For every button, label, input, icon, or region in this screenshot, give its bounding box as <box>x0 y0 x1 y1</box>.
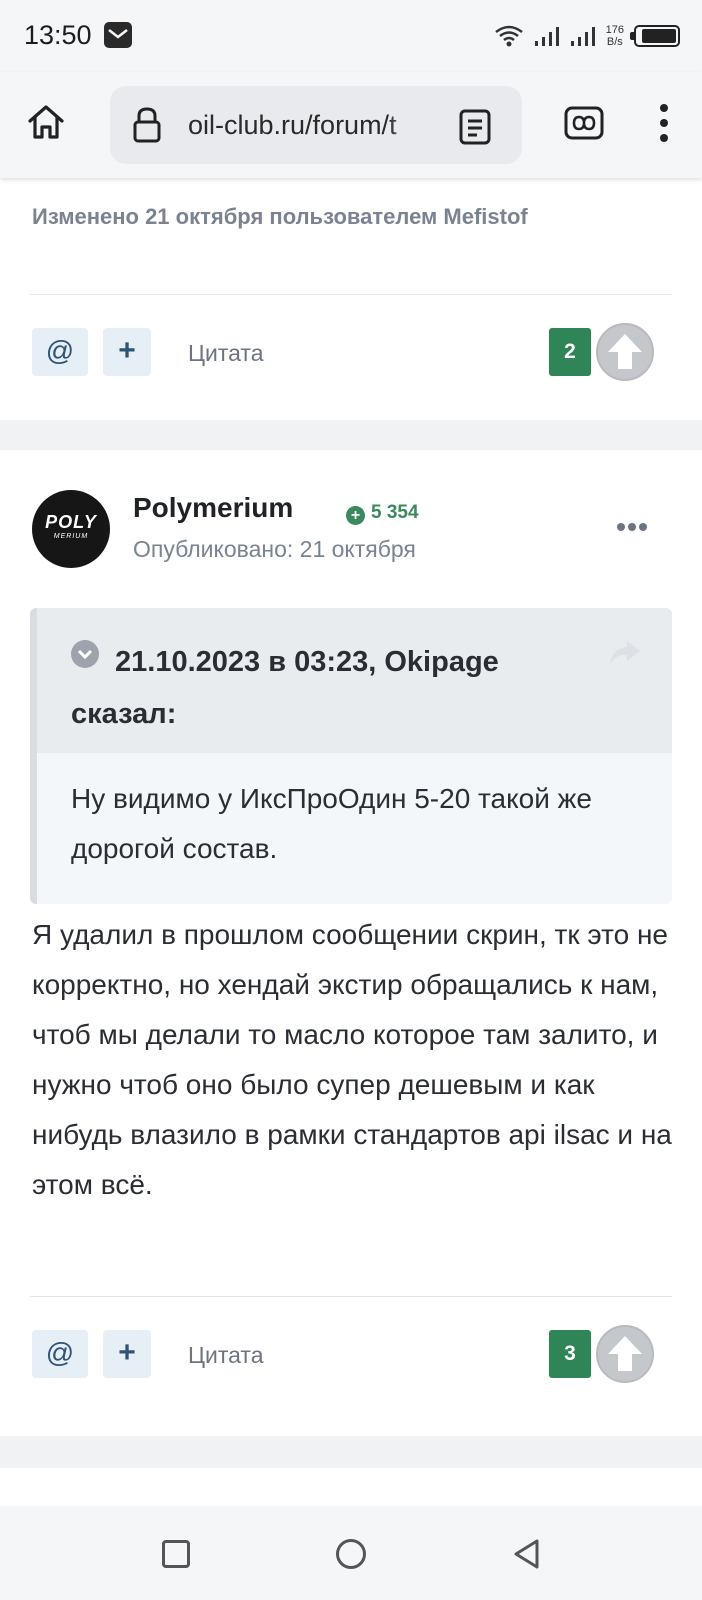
network-speed: 176 B/s <box>605 24 624 48</box>
upvote-button[interactable] <box>596 323 654 381</box>
signal-icon <box>570 27 595 46</box>
post-divider <box>30 1296 672 1297</box>
edited-note: Изменено 21 октября пользователем Mefist… <box>32 204 528 229</box>
share-arrow-icon[interactable] <box>607 638 643 668</box>
mention-button[interactable]: @ <box>32 328 88 376</box>
multiquote-button[interactable]: + <box>103 328 151 376</box>
status-time: 13:50 <box>24 20 92 50</box>
back-triangle-icon[interactable] <box>512 1538 542 1570</box>
post-divider <box>30 294 672 295</box>
upvote-button[interactable] <box>596 1325 654 1383</box>
reputation-count: 2 <box>549 328 591 376</box>
signal-icon <box>534 27 559 46</box>
quote-button[interactable]: Цитата <box>188 1342 264 1369</box>
quote-body: Ну видимо у ИксПроОдин 5-20 такой же дор… <box>71 783 592 864</box>
status-bar: 13:50 176 B/s <box>0 0 702 72</box>
forum-content: Изменено 21 октября пользователем Mefist… <box>0 178 702 1506</box>
author-name[interactable]: Polymerium <box>133 492 293 524</box>
lock-icon <box>133 107 161 143</box>
post-text: Я удалил в прошлом сообщении скрин, тк э… <box>32 919 672 1200</box>
arrow-up-icon <box>608 334 642 369</box>
forum-post: POLY MERIUM Polymerium +5 354 Опубликова… <box>0 450 702 1436</box>
quote-button[interactable]: Цитата <box>188 340 264 367</box>
arrow-up-icon <box>608 1336 642 1371</box>
battery-icon <box>630 25 680 47</box>
home-icon[interactable] <box>26 102 66 142</box>
reader-mode-icon[interactable] <box>458 108 492 146</box>
plus-circle-icon: + <box>346 506 365 525</box>
url-text: oil-club.ru/forum/t <box>188 110 397 140</box>
quote-title: 21.10.2023 в 03:23, Okipage сказал: <box>71 646 499 730</box>
status-indicators: 176 B/s <box>494 18 680 54</box>
recent-apps-icon[interactable] <box>162 1540 190 1568</box>
mention-button[interactable]: @ <box>32 1330 88 1378</box>
avatar-logo-text: POLY <box>45 512 97 532</box>
mail-icon <box>104 22 132 48</box>
browser-toolbar: oil-club.ru/forum/t <box>0 72 702 178</box>
quote-block: 21.10.2023 в 03:23, Okipage сказал: Ну в… <box>30 608 672 904</box>
multiquote-button[interactable]: + <box>103 1330 151 1378</box>
system-nav-bar <box>0 1506 702 1600</box>
wifi-icon <box>494 25 523 47</box>
more-vert-icon[interactable] <box>658 102 670 144</box>
reputation-badge: +5 354 <box>346 502 419 525</box>
quote-header: 21.10.2023 в 03:23, Okipage сказал: <box>37 608 672 753</box>
next-post <box>0 1468 702 1506</box>
avatar-logo-subtext: MERIUM <box>53 533 89 540</box>
home-circle-icon[interactable] <box>336 1539 366 1569</box>
previous-post: Изменено 21 октября пользователем Mefist… <box>0 178 702 420</box>
published-date: Опубликовано: 21 октября <box>133 536 416 562</box>
avatar[interactable]: POLY MERIUM <box>32 490 110 568</box>
tabs-icon[interactable] <box>564 105 604 141</box>
address-bar[interactable]: oil-club.ru/forum/t <box>110 86 522 164</box>
more-horizontal-icon[interactable] <box>616 522 648 532</box>
reputation-count: 3 <box>549 1330 591 1378</box>
